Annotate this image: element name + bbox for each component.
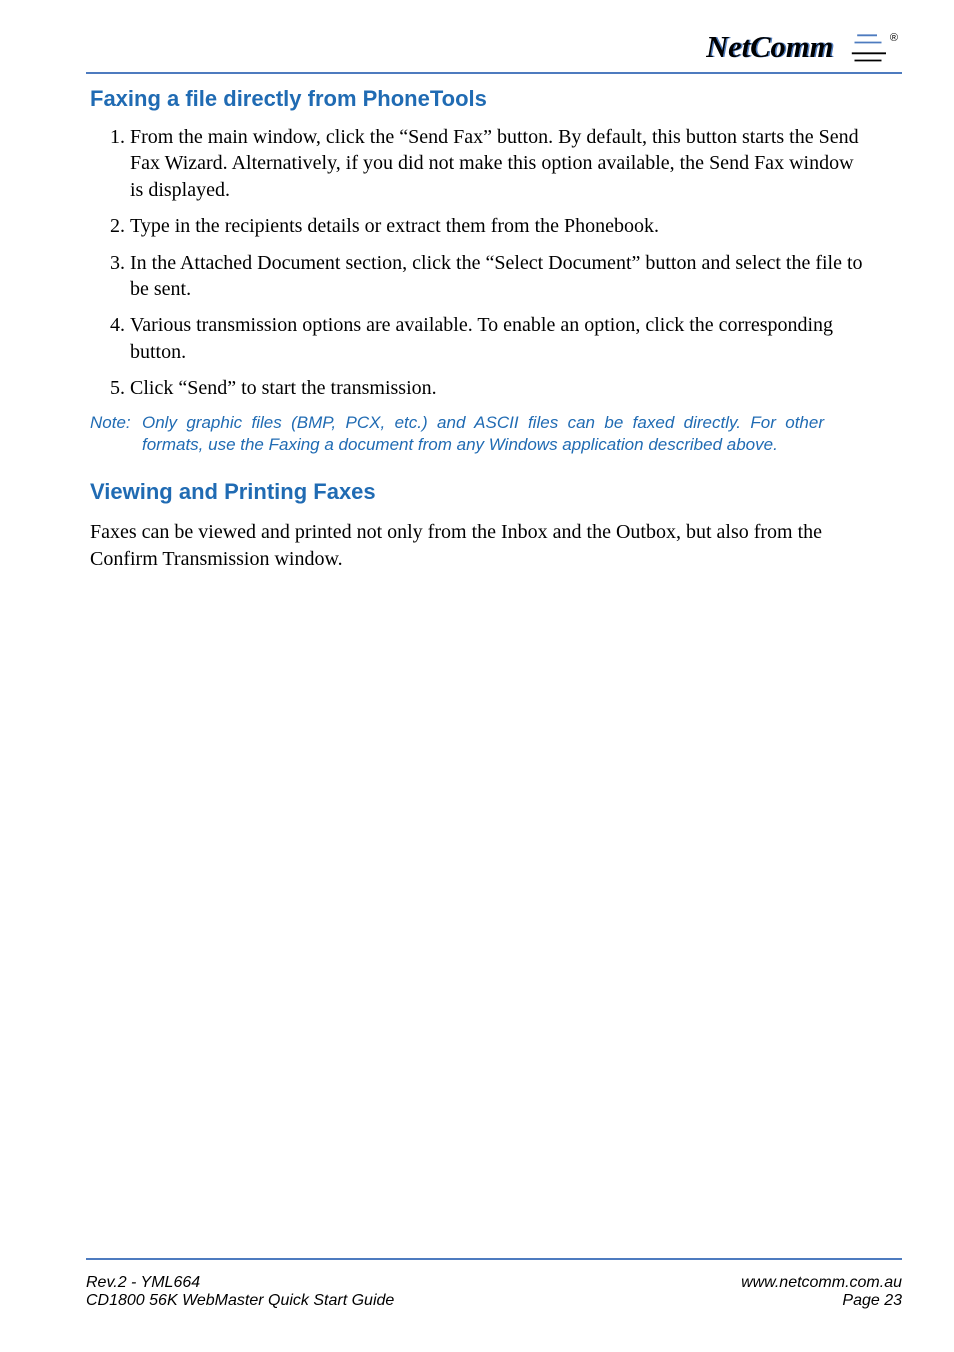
header-divider	[86, 72, 902, 74]
section-heading-faxing: Faxing a file directly from PhoneTools	[90, 86, 864, 112]
step-item: From the main window, click the “Send Fa…	[130, 124, 864, 203]
note-block: Note: Only graphic files (BMP, PCX, etc.…	[90, 412, 864, 458]
footer-url: www.netcomm.com.au	[741, 1274, 902, 1292]
step-item: In the Attached Document section, click …	[130, 250, 864, 303]
page-container: NetComm ® Faxing a file directly from Ph…	[0, 0, 954, 1352]
footer-divider	[86, 1258, 902, 1260]
note-body: Only graphic files (BMP, PCX, etc.) and …	[142, 412, 864, 458]
note-label: Note:	[90, 412, 142, 458]
registered-mark: ®	[890, 32, 898, 44]
footer-page-number: Page 23	[741, 1292, 902, 1310]
body-paragraph: Faxes can be viewed and printed not only…	[90, 519, 864, 572]
step-item: Various transmission options are availab…	[130, 312, 864, 365]
steps-list: From the main window, click the “Send Fa…	[90, 124, 864, 402]
section-heading-viewing: Viewing and Printing Faxes	[90, 479, 864, 505]
step-item: Type in the recipients details or extrac…	[130, 213, 864, 239]
svg-text:NetComm: NetComm	[706, 30, 833, 64]
footer-rev: Rev.2 - YML664	[86, 1274, 394, 1292]
netcomm-logo-icon: NetComm	[706, 26, 886, 68]
footer-right: www.netcomm.com.au Page 23	[741, 1274, 902, 1310]
footer-left: Rev.2 - YML664 CD1800 56K WebMaster Quic…	[86, 1274, 394, 1310]
footer-guide-title: CD1800 56K WebMaster Quick Start Guide	[86, 1292, 394, 1310]
main-content: Faxing a file directly from PhoneTools F…	[90, 0, 864, 572]
brand-logo: NetComm ®	[706, 26, 898, 68]
page-footer: Rev.2 - YML664 CD1800 56K WebMaster Quic…	[86, 1274, 902, 1310]
step-item: Click “Send” to start the transmission.	[130, 375, 864, 401]
